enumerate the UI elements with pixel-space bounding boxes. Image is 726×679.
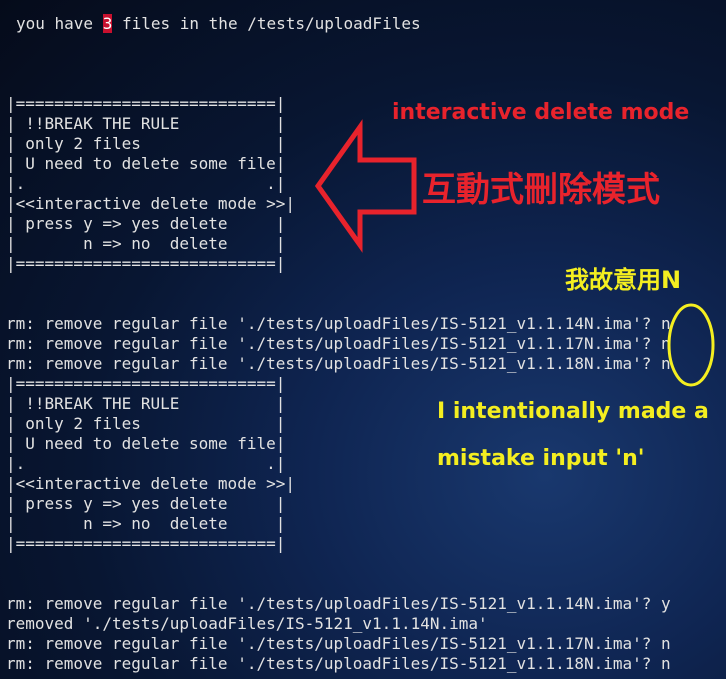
rule-box-2-line: | only 2 files | [6,414,286,433]
ellipse-outline-icon [667,303,715,387]
file-count-badge: 3 [102,14,113,33]
rule-box-1-line: | press y => yes delete | [6,214,286,233]
rule-box-2-border-bottom: |===========================| [6,534,286,553]
rule-box-1-line: | !!BREAK THE RULE | [6,114,286,133]
file-count-prefix: you have [16,14,103,33]
rule-box-1-border-top: |===========================| [6,94,286,113]
rm-prompt-line: rm: remove regular file './tests/uploadF… [6,354,671,373]
rule-box-2-line: |<<interactive delete mode >>| [6,474,295,493]
rm-prompt-line: rm: remove regular file './tests/uploadF… [6,634,671,653]
rule-box-1-line: |. .| [6,174,286,193]
annotation-deliberate-n-zh: 我故意用N [565,266,682,294]
rule-box-1-line: | n => no delete | [6,234,286,253]
annotation-interactive-mode-en: interactive delete mode [392,100,690,125]
rule-box-2-line: | n => no delete | [6,514,286,533]
rule-box-2-line: | U need to delete some file| [6,434,286,453]
removed-output-line: removed './tests/uploadFiles/IS-5121_v1.… [6,614,488,633]
rule-box-1-line: | U need to delete some file| [6,154,286,173]
annotation-interactive-mode-zh: 互動式刪除模式 [422,170,660,210]
rule-box-1-border-bottom: |===========================| [6,254,286,273]
file-count-line: you have 3 files in the /tests/uploadFil… [16,14,421,34]
rm-prompt-line: rm: remove regular file './tests/uploadF… [6,314,671,333]
rule-box-1-line: | only 2 files | [6,134,286,153]
rule-box-1-line: |<<interactive delete mode >>| [6,194,295,213]
rm-prompt-line: rm: remove regular file './tests/uploadF… [6,654,671,673]
rm-prompt-line: rm: remove regular file './tests/uploadF… [6,594,671,613]
rm-prompt-line: rm: remove regular file './tests/uploadF… [6,334,671,353]
arrow-left-outline-icon [314,119,417,253]
rule-box-2-line: | !!BREAK THE RULE | [6,394,286,413]
annotation-mistake-line1: I intentionally made a [437,399,709,424]
rule-box-2-line: | press y => yes delete | [6,494,286,513]
annotation-mistake-line2: mistake input 'n' [437,446,645,471]
rule-box-2-border-top: |===========================| [6,374,286,393]
rule-box-2-line: |. .| [6,454,286,473]
file-count-suffix: files in the /tests/uploadFiles [112,14,421,33]
